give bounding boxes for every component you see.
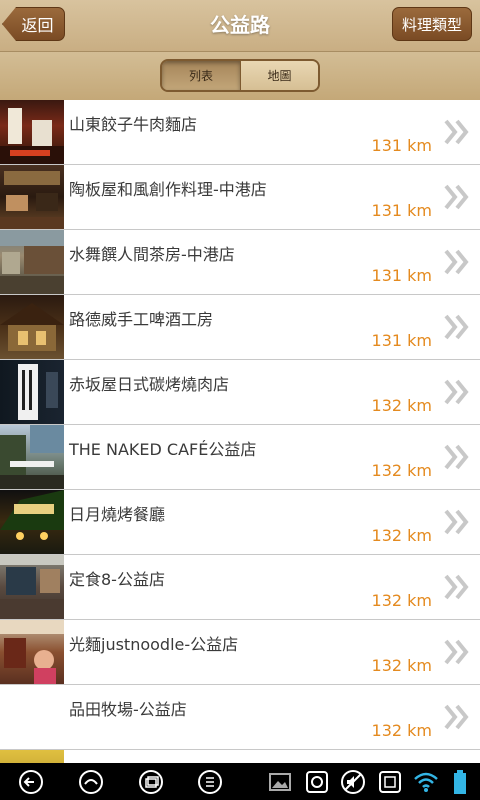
restaurant-thumbnail xyxy=(0,230,64,294)
chevron-right-icon xyxy=(444,379,469,405)
system-navigation-bar xyxy=(0,763,480,800)
chevron-right-icon xyxy=(444,314,469,340)
mute-icon[interactable] xyxy=(339,768,367,796)
restaurant-distance: 132 km xyxy=(371,656,432,675)
chevron-right-icon xyxy=(444,444,469,470)
restaurant-thumbnail xyxy=(0,750,64,763)
restaurant-distance: 132 km xyxy=(371,461,432,480)
list-item[interactable]: 光麵justnoodle-公益店 132 km xyxy=(0,620,480,685)
restaurant-name: 山東餃子牛肉麵店 xyxy=(69,115,198,134)
list-item[interactable] xyxy=(0,750,480,763)
restaurant-thumbnail xyxy=(0,360,64,424)
restaurant-distance: 131 km xyxy=(371,136,432,155)
view-segmented-control: 列表 地圖 xyxy=(160,59,320,92)
chevron-right-icon xyxy=(444,119,469,145)
restaurant-distance: 132 km xyxy=(371,396,432,415)
restaurant-distance: 132 km xyxy=(371,526,432,545)
restaurant-thumbnail xyxy=(0,425,64,489)
list-item[interactable]: THE NAKED CAFÉ公益店 132 km xyxy=(0,425,480,490)
chevron-right-icon xyxy=(444,574,469,600)
chevron-right-icon xyxy=(444,249,469,275)
restaurant-name: 路德威手工啤酒工房 xyxy=(69,310,214,329)
restaurant-distance: 131 km xyxy=(371,331,432,350)
page-title: 公益路 xyxy=(210,13,270,37)
restaurant-name: 陶板屋和風創作料理-中港店 xyxy=(69,180,267,199)
restaurant-thumbnail xyxy=(0,165,64,229)
restaurant-thumbnail xyxy=(0,685,64,749)
restaurant-name: 光麵justnoodle-公益店 xyxy=(69,635,239,654)
chevron-right-icon xyxy=(444,509,469,535)
restaurant-distance: 131 km xyxy=(371,201,432,220)
restaurant-name: THE NAKED CAFÉ公益店 xyxy=(69,440,257,459)
menu-icon[interactable] xyxy=(196,768,224,796)
list-item[interactable]: 路德威手工啤酒工房 131 km xyxy=(0,295,480,360)
battery-icon xyxy=(454,770,466,794)
restaurant-distance: 132 km xyxy=(371,591,432,610)
home-icon[interactable] xyxy=(77,768,105,796)
tab-map[interactable]: 地圖 xyxy=(239,61,318,90)
restaurant-name: 定食8-公益店 xyxy=(69,570,165,589)
restaurant-name: 水舞饌人間茶房-中港店 xyxy=(69,245,235,264)
restaurant-distance: 132 km xyxy=(371,721,432,740)
list-item[interactable]: 陶板屋和風創作料理-中港店 131 km xyxy=(0,165,480,230)
view-toggle-bar: 列表 地圖 xyxy=(0,52,480,100)
restaurant-thumbnail xyxy=(0,295,64,359)
chevron-right-icon xyxy=(444,704,469,730)
wifi-icon xyxy=(414,772,438,792)
restaurant-thumbnail xyxy=(0,100,64,164)
list-item[interactable]: 赤坂屋日式碳烤燒肉店 132 km xyxy=(0,360,480,425)
restaurant-name: 日月燒烤餐廳 xyxy=(69,505,166,524)
recent-apps-icon[interactable] xyxy=(137,768,165,796)
cuisine-type-button[interactable]: 料理類型 xyxy=(392,7,472,41)
capture-icon[interactable] xyxy=(376,768,404,796)
restaurant-name: 品田牧場-公益店 xyxy=(69,700,187,719)
header-bar: 返回 公益路 料理類型 xyxy=(0,0,480,52)
list-item[interactable]: 水舞饌人間茶房-中港店 131 km xyxy=(0,230,480,295)
list-item[interactable]: 定食8-公益店 132 km xyxy=(0,555,480,620)
restaurant-thumbnail xyxy=(0,555,64,619)
restaurant-thumbnail xyxy=(0,620,64,684)
list-item[interactable]: 品田牧場-公益店 132 km xyxy=(0,685,480,750)
restaurant-list[interactable]: 山東餃子牛肉麵店 131 km 陶板屋和風創作料理-中港店 131 km 水舞饌… xyxy=(0,100,480,763)
list-item[interactable]: 日月燒烤餐廳 132 km xyxy=(0,490,480,555)
restaurant-distance: 131 km xyxy=(371,266,432,285)
screenshot-icon[interactable] xyxy=(303,768,331,796)
chevron-right-icon xyxy=(444,184,469,210)
back-icon[interactable] xyxy=(17,768,45,796)
restaurant-thumbnail xyxy=(0,490,64,554)
restaurant-name: 赤坂屋日式碳烤燒肉店 xyxy=(69,375,230,394)
gallery-icon[interactable] xyxy=(266,768,294,796)
back-button[interactable]: 返回 xyxy=(2,7,65,41)
tab-list[interactable]: 列表 xyxy=(162,61,240,90)
chevron-right-icon xyxy=(444,639,469,665)
list-item[interactable]: 山東餃子牛肉麵店 131 km xyxy=(0,100,480,165)
